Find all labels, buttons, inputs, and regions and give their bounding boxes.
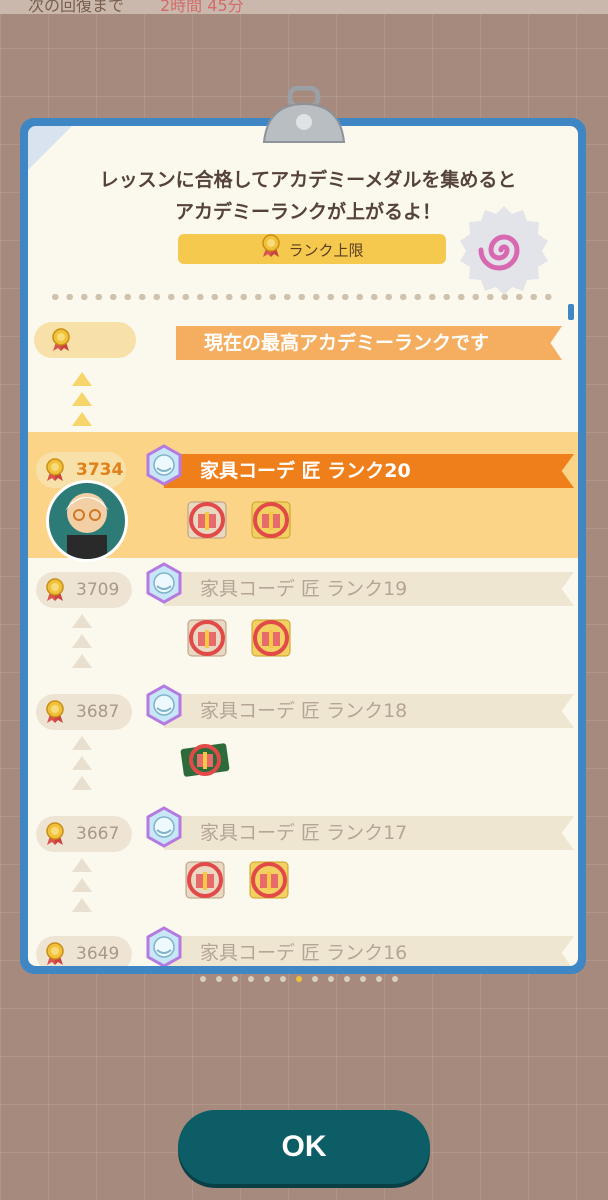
rank-medal-count: 3687 (76, 702, 120, 722)
recovery-timer-bar: 次の回復まで 2時間 45分 (0, 0, 608, 14)
gift-scroll-icon (244, 496, 298, 544)
rank-medal-pill: 3709 (36, 572, 132, 608)
up-arrow-icon (72, 372, 94, 432)
top-rank-message: 現在の最高アカデミーランクです (176, 326, 562, 360)
top-rank-medal-pill (34, 322, 136, 358)
rank-badge-icon (144, 926, 184, 966)
recovery-timer-value: 2時間 45分 (160, 0, 244, 14)
academy-medal-icon (44, 822, 66, 850)
gift-scroll-icon (178, 856, 232, 904)
up-arrow-icon (72, 614, 94, 674)
avatar (46, 480, 128, 562)
academy-medal-icon (44, 458, 66, 486)
divider-dots (48, 294, 558, 300)
swirl-icon (456, 202, 552, 298)
rank-limit-pill: ランク上限 (178, 234, 446, 264)
scrollbar[interactable] (568, 304, 574, 320)
clipboard-clip-icon (254, 85, 354, 150)
gift-scroll-icon (242, 856, 296, 904)
page-indicator (0, 974, 608, 986)
academy-medal-icon (50, 328, 72, 356)
rank-badge-icon (144, 562, 184, 606)
academy-medal-icon (260, 234, 282, 268)
rank-limit-label: ランク上限 (288, 241, 364, 260)
recovery-timer-label: 次の回復まで (28, 0, 125, 14)
rank-title: 家具コーデ 匠 ランク20 (164, 454, 574, 488)
academy-medal-icon (44, 578, 66, 606)
rank-badge-icon (144, 806, 184, 850)
ok-button[interactable]: OK (178, 1110, 430, 1184)
dialog-content: レッスンに合格してアカデミーメダルを集めると アカデミーランクが上がるよ！ ラン… (28, 126, 578, 966)
rank-title: 家具コーデ 匠 ランク17 (164, 816, 574, 850)
ticket-gift-icon (178, 736, 232, 784)
message-line-1: レッスンに合格してアカデミーメダルを集めると (99, 169, 517, 191)
rank-badge-icon (144, 444, 184, 488)
rank-title: 家具コーデ 匠 ランク19 (164, 572, 574, 606)
rank-medal-pill: 3667 (36, 816, 132, 852)
gift-scroll-icon (180, 496, 234, 544)
up-arrow-icon (72, 736, 94, 796)
academy-medal-icon (44, 942, 66, 966)
rank-title: 家具コーデ 匠 ランク16 (164, 936, 574, 966)
rank-medal-count: 3709 (76, 580, 120, 600)
academy-medal-icon (44, 700, 66, 728)
up-arrow-icon (72, 858, 94, 918)
academy-rank-dialog: レッスンに合格してアカデミーメダルを集めると アカデミーランクが上がるよ！ ラン… (20, 85, 586, 974)
rank-badge-icon (144, 684, 184, 728)
rank-medal-count: 3667 (76, 824, 120, 844)
rank-medal-pill: 3649 (36, 936, 132, 966)
rank-medal-pill: 3687 (36, 694, 132, 730)
gift-scroll-icon (180, 614, 234, 662)
rank-medal-count: 3649 (76, 944, 120, 964)
gift-scroll-icon (244, 614, 298, 662)
rank-title: 家具コーデ 匠 ランク18 (164, 694, 574, 728)
